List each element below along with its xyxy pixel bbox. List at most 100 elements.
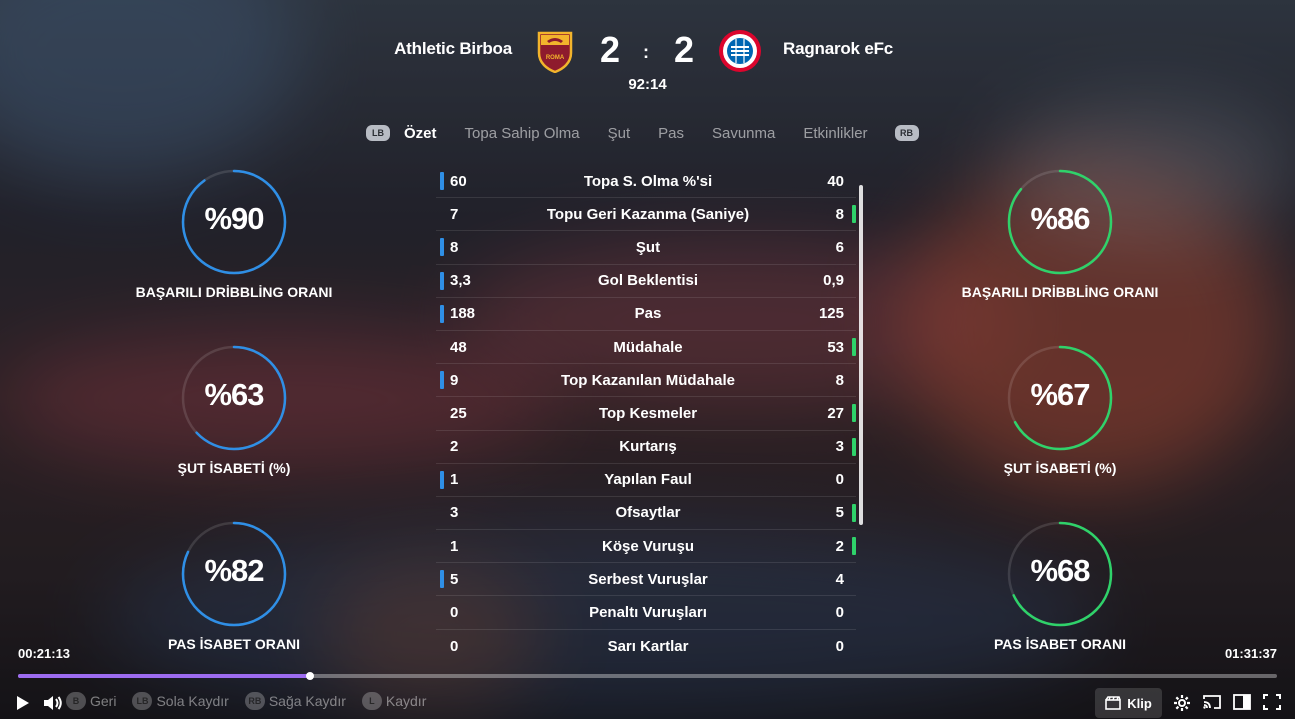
away-team-crest [719,30,761,72]
stat-away-value: 0 [835,604,844,622]
stats-scrollbar[interactable] [859,185,863,525]
gauge-label: PAS İSABET ORANI [994,636,1126,652]
stat-away-value: 40 [827,172,844,190]
stat-away-value: 8 [835,371,844,389]
stat-name: Top Kesmeler [598,404,698,422]
hint-scroll-left: Sola Kaydır [156,693,229,709]
stat-row: 48 Müdahale 53 [436,331,856,365]
stat-away-value: 53 [827,338,844,356]
gauge-value: %68 [1030,553,1090,588]
stat-name: Pas [634,305,662,323]
home-shot-accuracy-gauge: %63 ŞUT İSABETİ (%) [134,343,334,476]
away-shot-accuracy-gauge: %67 ŞUT İSABETİ (%) [960,343,1160,476]
stat-name: Gol Beklentisi [597,272,699,290]
tab-pas[interactable]: Pas [658,125,684,142]
hint-back: Geri [90,693,117,709]
stat-row: 60 Topa S. Olma %'si 40 [436,165,856,199]
score-separator: : [643,42,649,62]
player-control-bar: B Geri LB Sola Kaydır RB Sağa Kaydır L K… [0,684,1295,719]
stat-name: Topa S. Olma %'si [583,172,713,190]
stat-away-value: 0 [835,471,844,489]
gauge-label: BAŞARILI DRİBBLİNG ORANI [135,284,333,300]
stat-row: 8 Şut 6 [436,231,856,265]
stat-row: 3 Ofsaytlar 5 [436,497,856,531]
gauge-label: ŞUT İSABETİ (%) [177,460,291,476]
stat-away-value: 3 [835,438,844,456]
theater-mode-icon[interactable] [1233,694,1251,710]
gauge-value: %90 [204,201,264,236]
home-team-name: Athletic Birboa [394,39,512,58]
stats-tab-bar: LB Özet Topa Sahip Olma Şut Pas Savunma … [366,123,919,143]
stat-away-value: 2 [835,537,844,555]
stat-row: 1 Köşe Vuruşu 2 [436,530,856,564]
hint-scroll-right: Sağa Kaydır [268,693,346,709]
home-dribbling-gauge: %90 BAŞARILI DRİBBLİNG ORANI [134,167,334,300]
match-stats-table: 60 Topa S. Olma %'si 40 7 Topu Geri Kazanma … [436,165,856,663]
stat-row: 25 Top Kesmeler 27 [436,397,856,431]
stat-away-value: 0,9 [823,272,844,290]
stat-name: Köşe Vuruşu [602,537,694,555]
stat-row: 188 Pas 125 [436,298,856,331]
stat-away-value: 5 [835,504,844,522]
gauge-value: %67 [1030,377,1090,412]
stat-name: Sarı Kartlar [607,637,689,655]
tab-savunma[interactable]: Savunma [712,125,775,142]
away-dribbling-gauge: %86 BAŞARILI DRİBBLİNG ORANI [960,167,1160,300]
gauge-value: %86 [1030,201,1090,236]
cast-icon[interactable] [1203,694,1221,710]
lb-button-icon[interactable]: LB [366,125,390,141]
stat-away-value: 4 [835,570,844,588]
stat-row: 2 Kurtarış 3 [436,431,856,464]
hint-scroll: Kaydır [385,693,427,709]
stat-away-value: 0 [835,637,844,655]
rb-button-icon[interactable]: RB [894,125,919,141]
total-time: 01:31:37 [1224,646,1277,661]
tab-etkinlikler[interactable]: Etkinlikler [803,125,867,142]
stat-name: Penaltı Vuruşları [589,604,707,622]
stat-row: 0 Sarı Kartlar 0 [436,630,856,663]
seek-handle[interactable] [305,672,314,680]
home-score: 2 [600,29,621,70]
stat-name: Kurtarış [619,438,677,456]
fullscreen-icon[interactable] [1263,694,1281,710]
tab-sut[interactable]: Şut [608,125,631,142]
stat-name: Müdahale [613,338,683,356]
clip-label: Klip [1127,695,1152,711]
stat-row: 7 Topu Geri Kazanma (Saniye) 8 [436,198,856,232]
away-score: 2 [674,29,695,70]
gauge-value: %82 [204,553,264,588]
away-pass-accuracy-gauge: %68 PAS İSABET ORANI [960,519,1160,652]
stat-row: 3,3 Gol Beklentisi 0,9 [436,265,856,298]
stat-row: 9 Top Kazanılan Müdahale 8 [436,364,856,398]
stat-away-value: 27 [827,404,844,422]
clip-icon [1105,696,1122,710]
stat-name: Şut [635,238,661,256]
gauge-label: BAŞARILI DRİBBLİNG ORANI [961,284,1159,300]
settings-icon[interactable] [1173,694,1191,712]
seek-progress [18,674,310,678]
stat-row: 1 Yapılan Faul 0 [436,464,856,497]
clip-button[interactable]: Klip [1095,688,1162,718]
away-team-name: Ragnarok eFc [783,39,894,58]
seek-bar[interactable] [18,672,1277,680]
stat-row: 5 Serbest Vuruşlar 4 [436,563,856,597]
stat-name: Top Kazanılan Müdahale [561,371,735,389]
tab-ozet[interactable]: Özet [404,125,437,142]
match-clock: 92:14 [628,76,667,93]
lb-button-icon: LB [132,692,153,710]
controller-hints: B Geri LB Sola Kaydır RB Sağa Kaydır L K… [66,692,438,710]
home-pass-accuracy-gauge: %82 PAS İSABET ORANI [134,519,334,652]
stat-name: Topu Geri Kazanma (Saniye) [546,205,750,223]
gauge-value: %63 [204,377,264,412]
b-button-icon: B [66,692,86,710]
stat-away-value: 6 [835,238,844,256]
stat-row: 0 Penaltı Vuruşları 0 [436,596,856,630]
gauge-label: ŞUT İSABETİ (%) [1003,460,1117,476]
stat-name: Serbest Vuruşlar [588,570,708,588]
stat-name: Yapılan Faul [604,471,692,489]
gauge-label: PAS İSABET ORANI [168,636,300,652]
play-icon[interactable] [16,695,30,711]
volume-icon[interactable] [43,695,63,711]
tab-topa-sahip-olma[interactable]: Topa Sahip Olma [465,125,580,142]
svg-text:ROMA: ROMA [546,55,565,61]
